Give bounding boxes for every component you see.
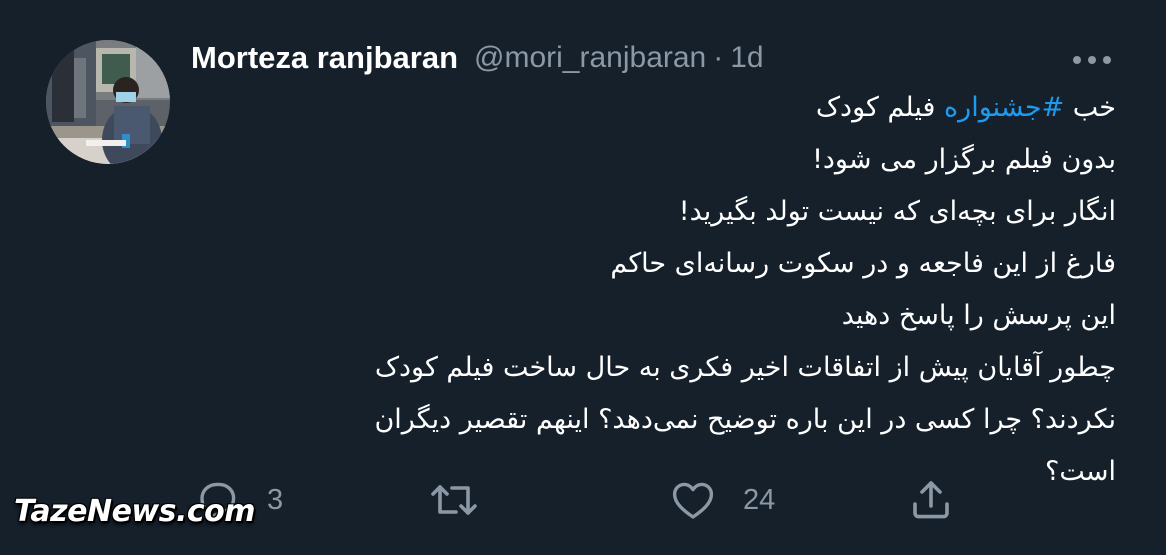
tweet-timestamp[interactable]: 1d	[730, 41, 763, 75]
like-count: 24	[743, 483, 776, 516]
tweet-line-4: فارغ از این فاجعه و در سکوت رسانه‌ای حاک…	[610, 248, 1116, 279]
header-separator: ·	[713, 41, 724, 74]
reply-count: 3	[267, 483, 284, 516]
retweet-icon	[431, 485, 477, 515]
retweet-button[interactable]	[428, 470, 506, 530]
more-icon	[1073, 56, 1111, 64]
more-options-button[interactable]	[1068, 48, 1116, 72]
like-icon	[672, 482, 714, 519]
tweet-header: Morteza ranjbaran @mori_ranjbaran · 1d	[191, 38, 764, 78]
avatar-photo	[46, 40, 170, 164]
tweet-line-3: انگار برای بچه‌ای که نیست تولد بگیرید!	[678, 196, 1116, 227]
author-handle[interactable]: @mori_ranjbaran	[474, 41, 706, 75]
tweet-line-1: خب #جشنواره فیلم کودک	[196, 82, 1116, 134]
tweet-line-1-prefix: خب	[1064, 92, 1116, 123]
author-display-name[interactable]: Morteza ranjbaran	[191, 40, 458, 76]
avatar[interactable]	[46, 40, 170, 164]
tweet-line-1-suffix: فیلم کودک	[815, 92, 945, 123]
tweet-line-5: این پرسش را پاسخ دهید	[841, 300, 1116, 331]
share-icon	[913, 481, 949, 519]
tweet-line-6: چطور آقایان پیش از اتفاقات اخیر فکری به …	[374, 352, 1116, 383]
watermark: TazeNews.com	[14, 494, 256, 529]
tweet-line-7: نکردند؟ چرا کسی در این باره توضیح نمی‌ده…	[374, 404, 1116, 435]
like-button[interactable]: 24	[669, 470, 775, 530]
share-button[interactable]	[907, 470, 981, 530]
hashtag-link[interactable]: #جشنواره	[944, 92, 1064, 123]
tweet-text: خب #جشنواره فیلم کودک بدون فیلم برگزار م…	[196, 82, 1116, 498]
tweet-line-2: بدون فیلم برگزار می شود!	[812, 144, 1116, 175]
